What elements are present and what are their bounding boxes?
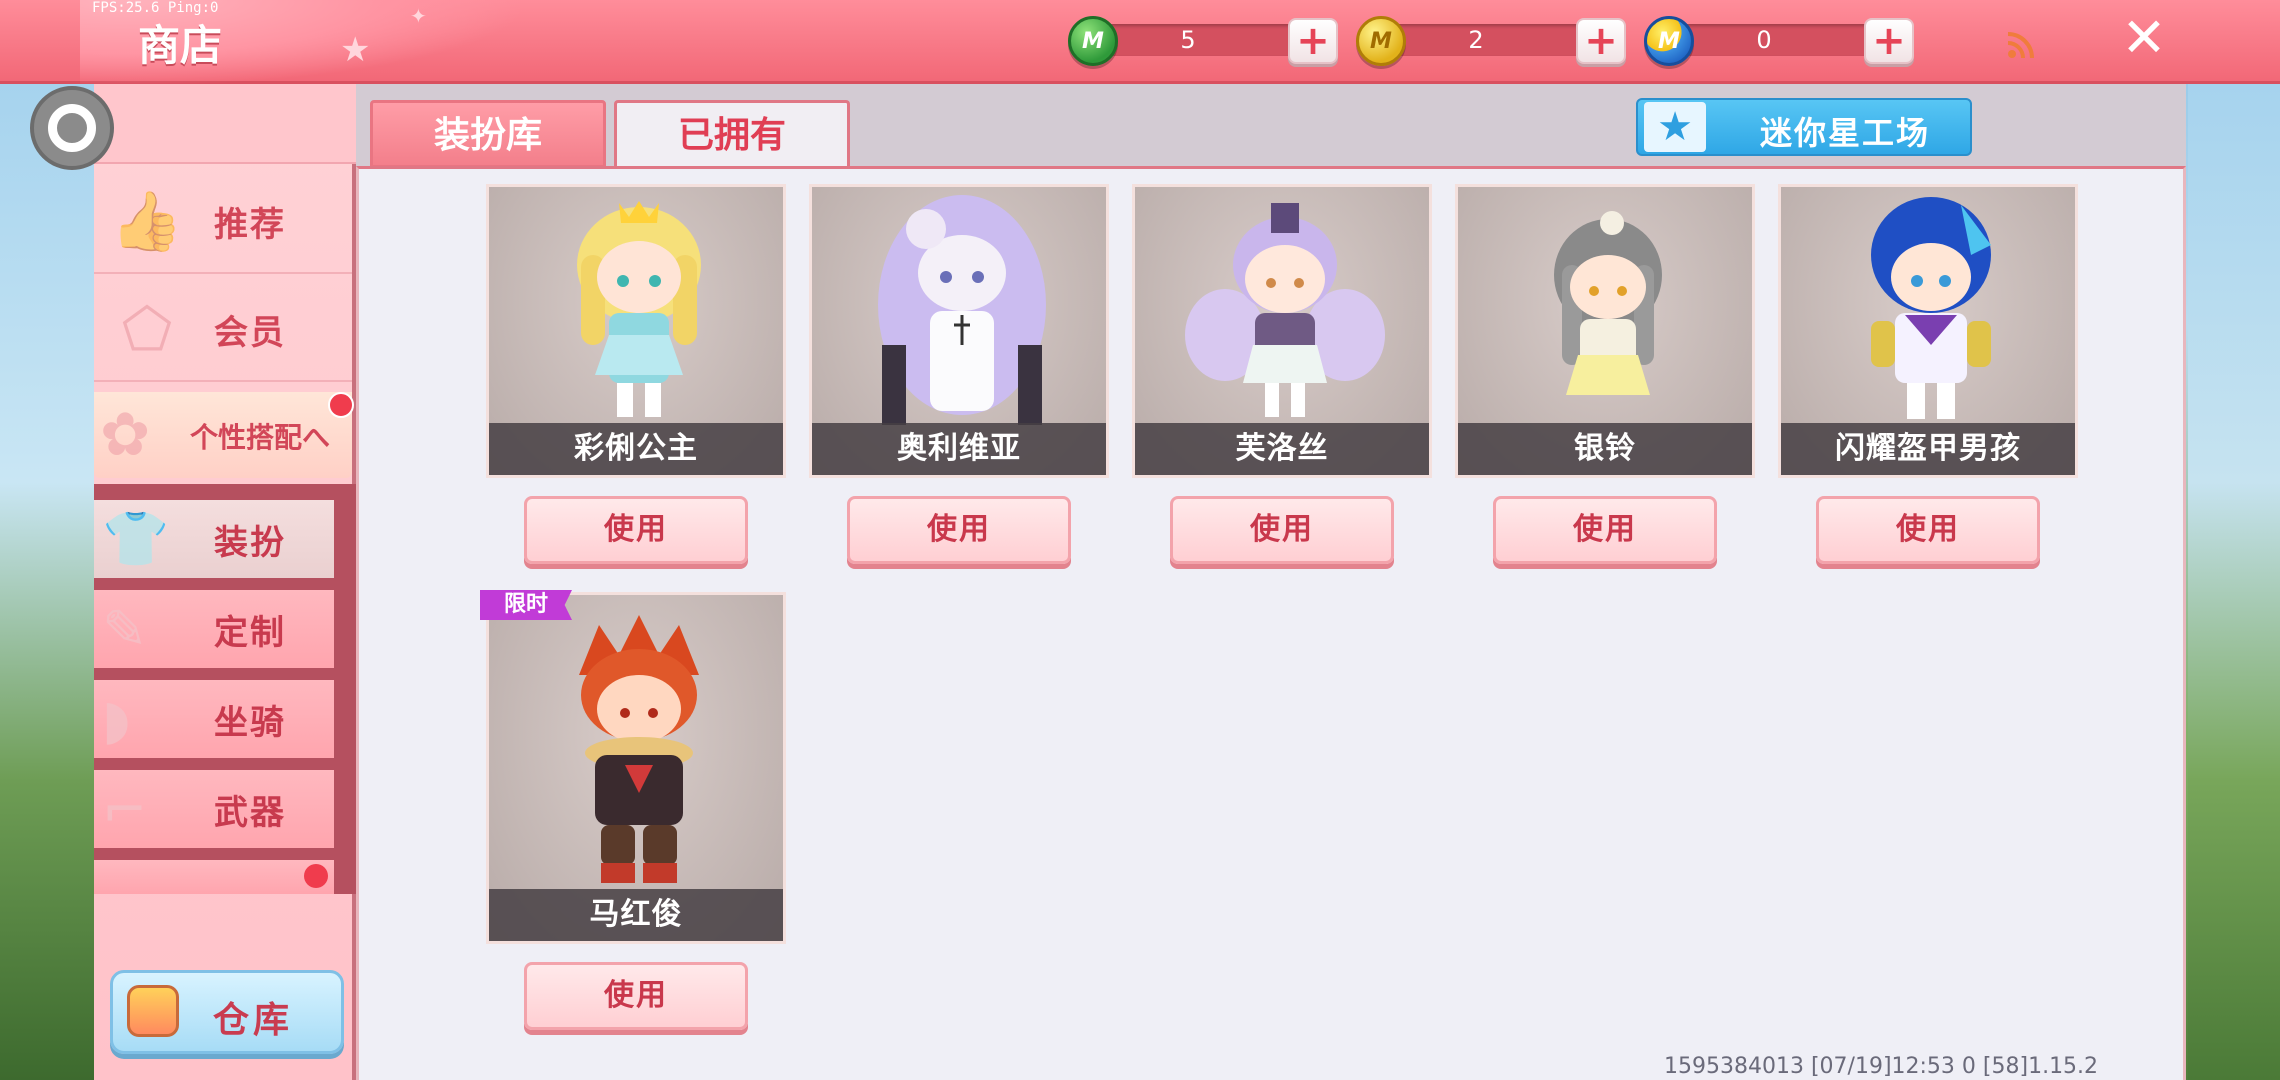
build-info: 1595384013 [07/19]12:53 0 [58]1.15.2	[1664, 1054, 2099, 1079]
sidebar-item-label: 定制	[214, 612, 286, 653]
background-scene-left	[0, 84, 96, 1080]
character-portrait	[878, 195, 1046, 425]
outfit-card[interactable]: 马红俊	[486, 592, 786, 944]
character-portrait	[1871, 197, 1991, 419]
gold-m-coin-icon: M	[1356, 16, 1406, 66]
tab-owned[interactable]: 已拥有	[614, 100, 850, 170]
notification-dot	[304, 864, 328, 888]
star-decoration-icon: ★	[340, 30, 371, 70]
mini-workshop-button[interactable]: ★ 迷你星工场	[1636, 98, 1972, 156]
outfit-name: 彩俐公主	[489, 423, 783, 475]
swirl-icon: ✿	[100, 400, 151, 470]
sidebar-item-recommend[interactable]: 👍 推荐	[94, 170, 352, 274]
sidebar-item-outfit[interactable]: 👕 装扮	[94, 500, 334, 578]
outfit-card[interactable]: 闪耀盔甲男孩	[1778, 184, 2078, 478]
currency-mini-bean: M 5 +	[1068, 16, 1338, 66]
shirt-icon: 👕	[102, 507, 170, 570]
chest-icon	[127, 985, 179, 1037]
sidebar-item-label: 会员	[214, 312, 286, 353]
currency-mini-coin: M 2 +	[1356, 16, 1626, 66]
use-button[interactable]: 使用	[1816, 496, 2040, 564]
rss-icon[interactable]	[2006, 30, 2036, 60]
sidebar-item-more[interactable]	[94, 860, 334, 894]
character-portrait	[1185, 203, 1385, 417]
tab-outfit-library[interactable]: 装扮库	[370, 100, 606, 168]
record-icon[interactable]	[30, 86, 114, 170]
outfit-card[interactable]: 芙洛丝	[1132, 184, 1432, 478]
outfit-name: 芙洛丝	[1135, 423, 1429, 475]
currency-value: 2	[1468, 26, 1484, 54]
sidebar-item-label: 武器	[214, 792, 286, 833]
add-mini-coin-button[interactable]: +	[1576, 18, 1626, 64]
outfit-name: 奥利维亚	[812, 423, 1106, 475]
sidebar-item-label: 个性搭配へ	[190, 421, 331, 454]
sidebar-item-custom[interactable]: ✎ 定制	[94, 590, 334, 668]
use-button[interactable]: 使用	[524, 962, 748, 1030]
vip-tag-icon: ⬠	[121, 295, 173, 363]
top-bar: ★ ✦ FPS:25.6 Ping:0 商店 M 5 + M 2 + M 0 +…	[0, 0, 2280, 84]
add-mini-bean-button[interactable]: +	[1288, 18, 1338, 64]
saddle-icon: ◗	[102, 687, 131, 751]
sidebar-item-label: 坐骑	[214, 702, 286, 743]
notification-dot	[328, 392, 354, 418]
outfit-name: 银铃	[1458, 423, 1752, 475]
mini-workshop-label: 迷你星工场	[1760, 114, 1931, 152]
outfit-card[interactable]: 银铃	[1455, 184, 1755, 478]
star-icon: ★	[1644, 102, 1706, 152]
use-button[interactable]: 使用	[847, 496, 1071, 564]
use-button[interactable]: 使用	[524, 496, 748, 564]
currency-value: 5	[1180, 26, 1196, 54]
character-portrait	[579, 615, 699, 883]
outfit-name: 马红俊	[489, 889, 783, 941]
character-portrait	[1554, 211, 1662, 395]
sidebar-item-label: 推荐	[214, 204, 286, 245]
background-scene-right	[2188, 84, 2280, 1080]
star-decoration-icon: ✦	[410, 4, 427, 28]
sidebar-group-style[interactable]: ✿ 个性搭配へ	[94, 392, 354, 478]
outfit-card[interactable]: 奥利维亚	[809, 184, 1109, 478]
warehouse-button[interactable]: 仓库	[110, 970, 344, 1054]
outfit-card[interactable]: 彩俐公主	[486, 184, 786, 478]
character-portrait	[577, 201, 701, 417]
pencil-icon: ✎	[102, 597, 148, 661]
warehouse-label: 仓库	[213, 1000, 294, 1041]
currency-value: 0	[1756, 26, 1772, 54]
sidebar-submenu: 👕 装扮 ✎ 定制 ◗ 坐骑 ⌐ 武器	[94, 484, 356, 894]
sidebar-item-weapon[interactable]: ⌐ 武器	[94, 770, 334, 848]
close-icon[interactable]: ✕	[2118, 11, 2170, 65]
pistol-icon: ⌐	[102, 777, 148, 841]
add-star-coin-button[interactable]: +	[1864, 18, 1914, 64]
page-title: 商店	[138, 21, 223, 70]
sidebar-header	[94, 84, 356, 164]
thumbs-up-icon: 👍	[110, 187, 184, 255]
currency-star-coin: M 0 +	[1644, 16, 1914, 66]
limited-time-badge: 限时	[480, 590, 572, 620]
outfit-name: 闪耀盔甲男孩	[1781, 423, 2075, 475]
sidebar-item-mount[interactable]: ◗ 坐骑	[94, 680, 334, 758]
use-button[interactable]: 使用	[1493, 496, 1717, 564]
sidebar-item-vip[interactable]: ⬠ 会员	[94, 278, 352, 382]
sidebar-item-label: 装扮	[214, 522, 286, 563]
use-button[interactable]: 使用	[1170, 496, 1394, 564]
blue-m-coin-icon: M	[1644, 16, 1694, 66]
green-m-coin-icon: M	[1068, 16, 1118, 66]
